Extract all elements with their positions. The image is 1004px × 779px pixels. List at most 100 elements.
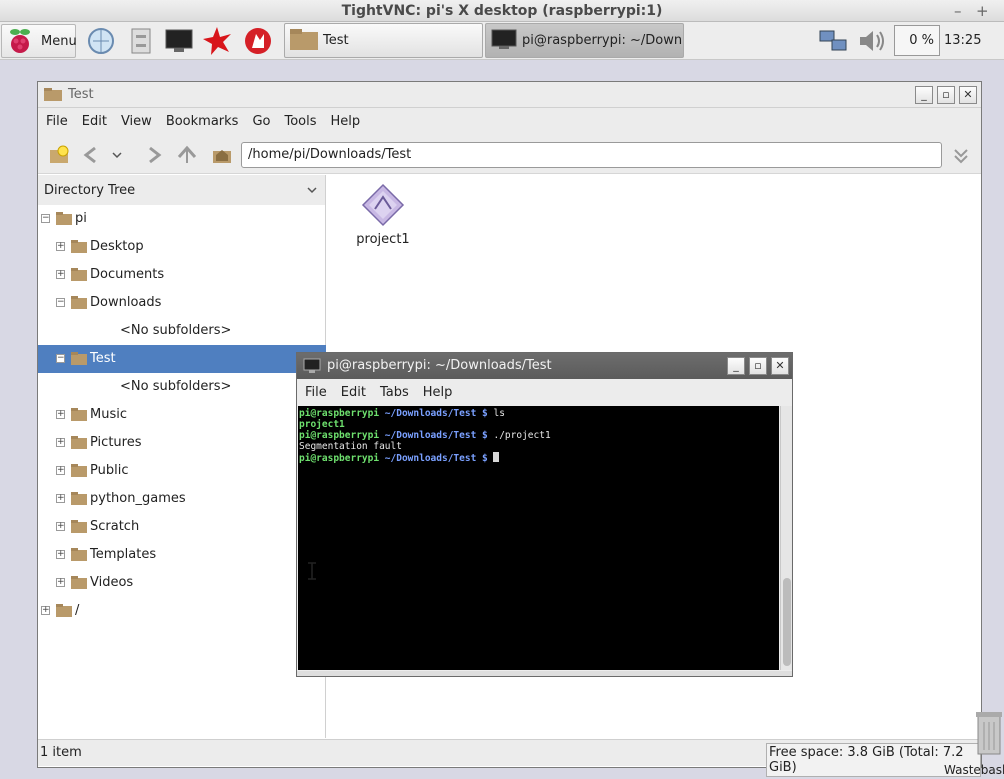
menu-button[interactable]: Menu: [1, 24, 77, 58]
vnc-title: TightVNC: pi's X desktop (raspberrypi:1): [341, 3, 663, 19]
terminal-line: pi@raspberrypi ~/Downloads/Test $ ls: [299, 408, 778, 419]
expander-icon[interactable]: +: [56, 410, 65, 419]
terminal-scrollbar[interactable]: [780, 406, 792, 670]
network-icon[interactable]: [817, 26, 849, 56]
folder-icon: [71, 296, 87, 309]
back-icon[interactable]: [80, 143, 104, 167]
tree-item[interactable]: − pi: [38, 205, 326, 233]
tree-item[interactable]: + /: [38, 597, 326, 625]
file-item[interactable]: project1: [349, 183, 417, 253]
menu-file[interactable]: File: [305, 385, 327, 400]
expander-icon[interactable]: +: [56, 242, 65, 251]
terminal-output[interactable]: pi@raspberrypi ~/Downloads/Test $ ls proj…: [298, 406, 779, 670]
forward-icon[interactable]: [141, 143, 165, 167]
maximize-button[interactable]: ▫: [937, 86, 955, 104]
new-tab-icon[interactable]: [48, 143, 72, 167]
menu-tabs[interactable]: Tabs: [380, 385, 409, 400]
expander-icon[interactable]: +: [56, 550, 65, 559]
taskbar-item-test[interactable]: Test: [284, 23, 483, 58]
window-title: pi@raspberrypi: ~/Downloads/Test: [327, 358, 552, 373]
trash-icon: [976, 712, 1002, 755]
home-icon[interactable]: [210, 143, 234, 167]
tree-item-label: Scratch: [90, 519, 140, 534]
tree-item-label: Desktop: [90, 239, 144, 254]
wolfram-icon[interactable]: [242, 26, 274, 56]
up-icon[interactable]: [175, 143, 199, 167]
maximize-button[interactable]: ▫: [749, 357, 767, 375]
wastebasket-desktop-icon[interactable]: Wastebasket: [942, 708, 1004, 779]
taskbar-item-label: pi@raspberrypi: ~/Downloa...: [522, 33, 683, 48]
expander-icon[interactable]: +: [56, 270, 65, 279]
menu-go[interactable]: Go: [252, 114, 270, 129]
expander-icon[interactable]: +: [56, 466, 65, 475]
expander-icon[interactable]: +: [41, 606, 50, 615]
close-button[interactable]: ✕: [771, 357, 789, 375]
expander-icon[interactable]: +: [56, 578, 65, 587]
wastebasket-label: Wastebasket: [944, 763, 1004, 777]
menu-file[interactable]: File: [46, 114, 68, 129]
menu-bookmarks[interactable]: Bookmarks: [166, 114, 239, 129]
menu-help[interactable]: Help: [331, 114, 361, 129]
window-title: Test: [68, 87, 94, 102]
go-icon[interactable]: [949, 143, 973, 167]
menu-tools[interactable]: Tools: [284, 114, 316, 129]
expander-icon[interactable]: +: [56, 494, 65, 503]
mathematica-icon[interactable]: [201, 26, 233, 56]
folder-icon: [71, 548, 87, 561]
menu-edit[interactable]: Edit: [341, 385, 366, 400]
terminal-cursor: [493, 452, 500, 462]
tree-item[interactable]: + Documents: [38, 261, 326, 289]
expander-icon[interactable]: −: [56, 298, 65, 307]
close-button[interactable]: ✕: [959, 86, 977, 104]
tree-item[interactable]: − Downloads: [38, 289, 326, 317]
terminal-path: ~/Downloads/Test $: [379, 453, 488, 464]
taskbar-item-terminal[interactable]: pi@raspberrypi: ~/Downloa...: [485, 23, 684, 58]
expander-icon[interactable]: +: [56, 438, 65, 447]
folder-icon: [71, 352, 87, 365]
terminal-icon: [303, 358, 321, 378]
cpu-usage: 0 %: [909, 33, 934, 48]
terminal-path: ~/Downloads/Test $: [379, 430, 488, 441]
taskbar-panel: Menu Test pi@raspberrypi: ~/Downloa... 0…: [0, 22, 1004, 60]
tree-item[interactable]: + Templates: [38, 541, 326, 569]
location-input[interactable]: /home/pi/Downloads/Test: [241, 142, 942, 168]
tree-item[interactable]: + Pictures: [38, 429, 326, 457]
expander-icon[interactable]: +: [56, 522, 65, 531]
folder-icon: [56, 604, 72, 617]
sidebar-mode-selector[interactable]: Directory Tree: [38, 175, 325, 205]
tree-item-label: /: [75, 603, 80, 618]
vnc-minimize-button[interactable]: –: [954, 2, 962, 20]
history-dropdown-icon[interactable]: [110, 143, 124, 167]
vnc-title-bar: TightVNC: pi's X desktop (raspberrypi:1)…: [0, 0, 1004, 22]
volume-icon[interactable]: [856, 26, 888, 56]
tree-item[interactable]: <No subfolders>: [38, 373, 326, 401]
tree-item[interactable]: + Videos: [38, 569, 326, 597]
tree-item[interactable]: − Test: [38, 345, 326, 373]
minimize-button[interactable]: _: [915, 86, 933, 104]
tree-item-label: Test: [90, 351, 116, 366]
tree-item[interactable]: + Desktop: [38, 233, 326, 261]
tree-item[interactable]: + Public: [38, 457, 326, 485]
clock[interactable]: 13:25: [944, 33, 981, 48]
expander-icon[interactable]: −: [56, 354, 65, 363]
terminal-user: project1: [299, 419, 345, 430]
terminal-cmd: ./project1: [487, 430, 551, 441]
tree-item[interactable]: + Music: [38, 401, 326, 429]
tree-item-label: Documents: [90, 267, 165, 282]
tree-item[interactable]: <No subfolders>: [38, 317, 326, 345]
terminal-launcher-icon[interactable]: [163, 26, 195, 56]
terminal-line: pi@raspberrypi ~/Downloads/Test $ ./proj…: [299, 430, 778, 441]
vnc-maximize-button[interactable]: +: [976, 2, 989, 20]
tree-item[interactable]: + python_games: [38, 485, 326, 513]
menu-help[interactable]: Help: [423, 385, 453, 400]
menu-view[interactable]: View: [121, 114, 152, 129]
minimize-button[interactable]: _: [727, 357, 745, 375]
folder-icon: [71, 492, 87, 505]
scrollbar-thumb[interactable]: [783, 578, 791, 666]
tree-item[interactable]: + Scratch: [38, 513, 326, 541]
file-manager-icon[interactable]: [125, 26, 157, 56]
web-browser-icon[interactable]: [85, 26, 117, 56]
expander-icon[interactable]: −: [41, 214, 50, 223]
menu-edit[interactable]: Edit: [82, 114, 107, 129]
menu-label: Menu: [41, 33, 77, 49]
